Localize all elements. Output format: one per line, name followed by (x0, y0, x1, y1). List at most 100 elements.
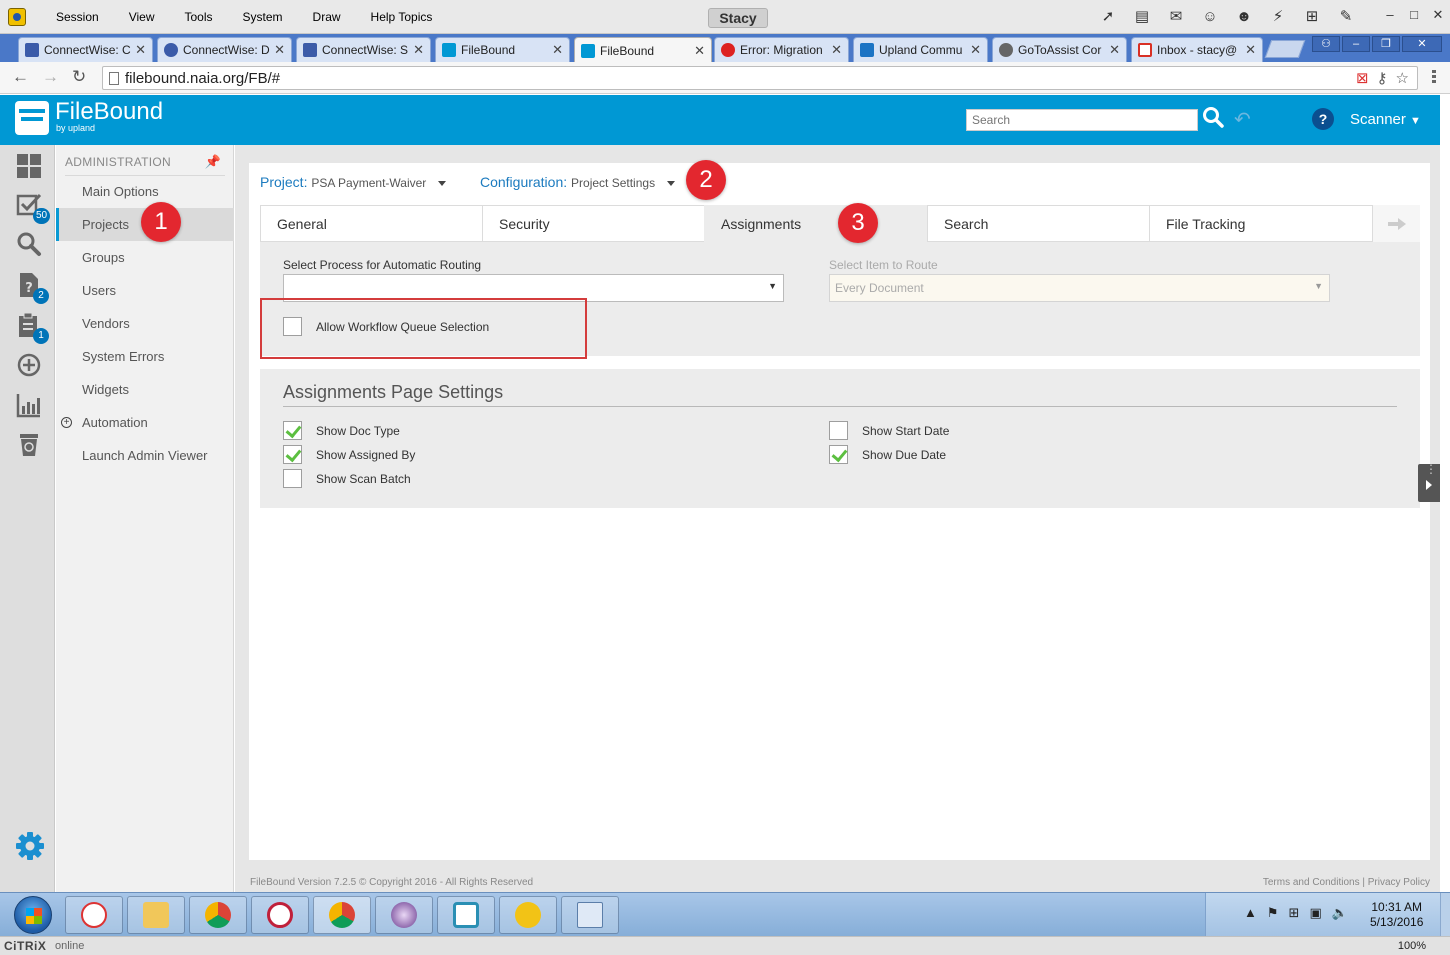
close-tab-icon[interactable]: ✕ (135, 42, 146, 58)
tray-clock[interactable]: 10:31 AM 5/13/2016 (1370, 900, 1423, 930)
clipboard-icon[interactable]: ▤ (1130, 5, 1154, 27)
reload-icon[interactable]: ↻ (72, 67, 86, 87)
session-menu-draw[interactable]: Draw (297, 10, 355, 24)
close-tab-icon[interactable]: ✕ (831, 42, 842, 58)
taskbar-app-notes[interactable] (561, 896, 619, 934)
session-menu-session[interactable]: Session (40, 10, 113, 24)
undo-icon[interactable]: ↶ (1234, 107, 1251, 132)
profile-icon[interactable]: ⚇ (1312, 36, 1340, 52)
user-icon[interactable]: ☻ (1232, 5, 1256, 27)
cursor-icon[interactable]: ➚ (1096, 5, 1120, 27)
show-doc-type-checkbox[interactable] (283, 421, 302, 440)
show-scan-batch-checkbox[interactable] (283, 469, 302, 488)
close-tab-icon[interactable]: ✕ (413, 42, 424, 58)
browser-tab[interactable]: ConnectWise: C ✕ (18, 37, 153, 62)
session-menu-view[interactable]: View (113, 10, 169, 24)
item-to-route-select[interactable]: Every Document ▼ (829, 274, 1330, 302)
reports-chart-icon[interactable] (16, 392, 42, 418)
filebound-logo-icon[interactable] (15, 101, 49, 135)
browser-tab[interactable]: FileBound ✕ (435, 37, 570, 62)
search-icon[interactable] (1202, 106, 1224, 128)
add-icon[interactable]: ⊞ (1300, 5, 1324, 27)
sidebar-item-groups[interactable]: Groups (56, 241, 234, 274)
browser-tab[interactable]: Upland Commu ✕ (853, 37, 988, 62)
action-center-flag-icon[interactable]: ⚑ (1267, 905, 1279, 921)
taskbar-app-snipping[interactable] (65, 896, 123, 934)
browser-tab[interactable]: GoToAssist Cor ✕ (992, 37, 1127, 62)
taskbar-app-connectwise[interactable] (251, 896, 309, 934)
browser-tab[interactable]: ConnectWise: S ✕ (296, 37, 431, 62)
chat-icon[interactable]: ✉ (1164, 5, 1188, 27)
restore-icon[interactable]: ❐ (1372, 36, 1400, 52)
tab-assignments[interactable]: Assignments (704, 205, 927, 242)
sidebar-item-automation[interactable]: + Automation (56, 406, 234, 439)
sidebar-item-vendors[interactable]: Vendors (56, 307, 234, 340)
recycle-bin-icon[interactable] (16, 432, 42, 458)
session-menu-help-topics[interactable]: Help Topics (355, 10, 447, 24)
url-field[interactable]: filebound.naia.org/FB/# ⊠ ⚷ ☆ (102, 66, 1418, 90)
pin-icon[interactable]: 📌 (205, 154, 222, 170)
sidebar-item-main-options[interactable]: Main Options (56, 175, 234, 208)
session-menu-system[interactable]: System (227, 10, 297, 24)
add-circle-icon[interactable] (16, 352, 42, 378)
browser-tab[interactable]: Inbox - stacy@ ✕ (1131, 37, 1263, 62)
tray-expand-icon[interactable]: ▲ (1244, 905, 1257, 921)
key-icon[interactable]: ⚷ (1377, 69, 1388, 87)
windows-icon[interactable]: ⊞ (1289, 905, 1300, 921)
taskbar-app-chrome[interactable] (189, 896, 247, 934)
close-tab-icon[interactable]: ✕ (970, 42, 981, 58)
project-selector[interactable]: Project: PSA Payment-Waiver (260, 174, 450, 190)
taskbar-app-media[interactable] (375, 896, 433, 934)
header-search-input[interactable] (966, 109, 1198, 131)
close-tab-icon[interactable]: ✕ (694, 43, 705, 59)
tools-icon[interactable]: ✎ (1334, 5, 1358, 27)
close-icon[interactable]: ✕ (1432, 7, 1444, 23)
start-button[interactable] (14, 896, 52, 934)
terms-link[interactable]: Terms and Conditions (1263, 877, 1360, 888)
privacy-link[interactable]: Privacy Policy (1368, 877, 1430, 888)
browser-menu-icon[interactable] (1432, 70, 1436, 85)
tab-search[interactable]: Search (927, 205, 1150, 242)
taskbar-app-chrome-active[interactable] (313, 896, 371, 934)
taskbar-app-notifier[interactable] (499, 896, 557, 934)
minimize-icon[interactable]: – (1342, 36, 1370, 52)
expand-plus-icon[interactable]: + (61, 417, 72, 428)
configuration-selector[interactable]: Configuration: Project Settings (480, 174, 675, 190)
back-arrow-icon[interactable]: ← (12, 67, 29, 87)
taskbar-app-remote[interactable] (437, 896, 495, 934)
browser-tab[interactable]: ConnectWise: D ✕ (157, 37, 292, 62)
sidebar-item-widgets[interactable]: Widgets (56, 373, 234, 406)
settings-gear-icon[interactable] (15, 831, 45, 861)
forward-arrow-icon[interactable]: → (42, 67, 59, 87)
search-icon[interactable] (16, 231, 42, 257)
close-icon[interactable]: ✕ (1402, 36, 1442, 52)
tab-general[interactable]: General (260, 205, 483, 242)
users-icon[interactable]: ☺ (1198, 5, 1222, 27)
star-icon[interactable]: ☆ (1396, 69, 1409, 87)
close-tab-icon[interactable]: ✕ (1245, 42, 1256, 58)
close-tab-icon[interactable]: ✕ (274, 42, 285, 58)
volume-icon[interactable]: 🔈 (1332, 905, 1348, 921)
maximize-icon[interactable]: □ (1408, 7, 1420, 23)
show-due-date-checkbox[interactable] (829, 445, 848, 464)
tab-security[interactable]: Security (482, 205, 705, 242)
browser-tab-active[interactable]: FileBound ✕ (574, 37, 712, 63)
tab-scroll-next-button[interactable] (1373, 205, 1420, 242)
browser-tab[interactable]: Error: Migration ✕ (714, 37, 849, 62)
show-desktop-button[interactable] (1440, 893, 1450, 937)
tab-file-tracking[interactable]: File Tracking (1149, 205, 1373, 242)
sidebar-item-users[interactable]: Users (56, 274, 234, 307)
sidebar-item-launch-admin-viewer[interactable]: Launch Admin Viewer (56, 439, 234, 472)
dashboard-icon[interactable] (16, 153, 42, 179)
help-icon[interactable]: ? (1312, 108, 1334, 130)
session-app-icon[interactable] (8, 7, 26, 26)
side-panel-toggle-handle[interactable] (1418, 462, 1440, 502)
taskbar-app-explorer[interactable] (127, 896, 185, 934)
sidebar-item-system-errors[interactable]: System Errors (56, 340, 234, 373)
network-icon[interactable]: ▣ (1309, 905, 1321, 921)
user-menu[interactable]: Scanner ▼ (1350, 111, 1421, 128)
close-tab-icon[interactable]: ✕ (1109, 42, 1120, 58)
minimize-icon[interactable]: – (1384, 7, 1396, 23)
show-assigned-by-checkbox[interactable] (283, 445, 302, 464)
show-start-date-checkbox[interactable] (829, 421, 848, 440)
